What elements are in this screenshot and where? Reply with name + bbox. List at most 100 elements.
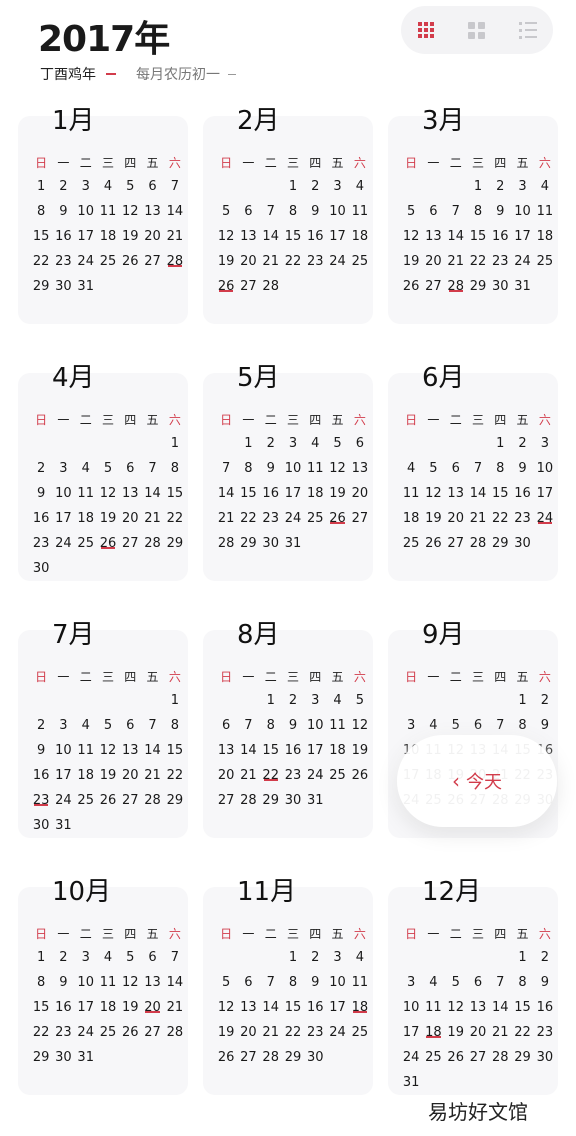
day-cell[interactable]: 12 [422,486,444,501]
day-cell[interactable]: 2 [282,693,304,708]
day-cell[interactable]: 10 [75,204,97,219]
day-cell[interactable]: 8 [237,461,259,476]
day-cell[interactable]: 2 [30,461,52,476]
day-cell[interactable]: 19 [422,511,444,526]
day-cell[interactable]: 4 [304,436,326,451]
day-cell[interactable]: 6 [119,461,141,476]
day-cell[interactable]: 6 [445,461,467,476]
day-cell[interactable]: 6 [349,436,371,451]
day-cell[interactable]: 16 [260,486,282,501]
day-cell[interactable]: 25 [75,536,97,551]
day-cell[interactable]: 20 [141,229,163,244]
day-cell[interactable]: 19 [349,743,371,758]
day-cell[interactable]: 5 [215,204,237,219]
day-cell[interactable]: 31 [304,793,326,808]
day-cell[interactable]: 29 [164,536,186,551]
day-cell[interactable]: 5 [422,461,444,476]
day-cell[interactable]: 31 [75,279,97,294]
day-cell[interactable]: 9 [52,204,74,219]
month-card[interactable]: 11月日一二三四五六 1 2 3 4 5 6 7 8 9 10 11 12 13 14 15 16 17 18 19 2… [203,877,373,1095]
day-cell[interactable]: 25 [97,1025,119,1040]
day-cell[interactable]: 19 [97,511,119,526]
day-cell[interactable]: 17 [282,486,304,501]
day-cell[interactable]: 1 [282,950,304,965]
day-cell[interactable]: 12 [119,204,141,219]
day-cell[interactable]: 20 [119,768,141,783]
day-cell[interactable]: 5 [97,718,119,733]
day-cell[interactable]: 10 [304,718,326,733]
day-cell[interactable]: 5 [119,179,141,194]
day-cell[interactable]: 30 [30,561,52,576]
day-cell[interactable]: 2 [30,718,52,733]
day-cell[interactable]: 4 [326,693,348,708]
day-cell[interactable]: 20 [445,511,467,526]
day-cell[interactable]: 27 [119,536,141,551]
day-cell[interactable]: 2 [52,950,74,965]
day-cell[interactable]: 3 [52,718,74,733]
month-card[interactable]: 6月日一二三四五六 1 2 3 4 5 6 7 8 9 10 11 12 13 14 15 16 17 18 19 20… [388,363,558,581]
month-card[interactable]: 10月日一二三四五六 1 2 3 4 5 6 7 8 9 10 11 12 13 14 15 16 17 18 19 2… [18,877,188,1095]
day-cell[interactable]: 26 [215,1050,237,1065]
day-cell[interactable]: 1 [164,436,186,451]
day-cell[interactable]: 25 [422,1050,444,1065]
day-cell[interactable]: 26 [400,279,422,294]
day-cell[interactable]: 27 [119,793,141,808]
day-cell[interactable]: 7 [467,461,489,476]
day-cell[interactable]: 31 [75,1050,97,1065]
day-cell[interactable]: 22 [282,254,304,269]
day-cell[interactable]: 17 [52,768,74,783]
day-cell[interactable]: 25 [349,1025,371,1040]
day-cell[interactable]: 15 [282,229,304,244]
day-cell[interactable]: 19 [119,1000,141,1015]
day-cell[interactable]: 14 [141,486,163,501]
day-cell[interactable]: 24 [52,793,74,808]
day-cell[interactable]: 26 [422,536,444,551]
day-cell[interactable]: 12 [215,1000,237,1015]
day-cell-lunar-first[interactable]: 24 [534,511,556,526]
day-cell[interactable]: 27 [445,536,467,551]
day-cell[interactable]: 11 [75,743,97,758]
day-cell-lunar-first[interactable]: 28 [445,279,467,294]
day-cell[interactable]: 21 [141,511,163,526]
day-cell[interactable]: 12 [445,1000,467,1015]
day-cell[interactable]: 24 [326,1025,348,1040]
day-cell[interactable]: 30 [534,1050,556,1065]
day-cell[interactable]: 24 [400,1050,422,1065]
day-cell[interactable]: 30 [260,536,282,551]
day-cell[interactable]: 6 [215,718,237,733]
day-cell[interactable]: 2 [52,179,74,194]
day-cell[interactable]: 25 [75,793,97,808]
day-cell[interactable]: 9 [52,975,74,990]
day-cell[interactable]: 13 [349,461,371,476]
day-cell[interactable]: 13 [422,229,444,244]
day-cell[interactable]: 22 [237,511,259,526]
day-cell[interactable]: 3 [75,950,97,965]
month-card[interactable]: 7月日一二三四五六 1 2 3 4 5 6 7 8 9 10 11 12 13 14 15 16 17 18 19 20… [18,620,188,838]
day-cell[interactable]: 1 [164,693,186,708]
day-cell[interactable]: 4 [422,975,444,990]
day-cell[interactable]: 24 [52,536,74,551]
day-cell[interactable]: 7 [215,461,237,476]
day-cell[interactable]: 15 [164,486,186,501]
day-cell[interactable]: 18 [326,743,348,758]
day-cell[interactable]: 28 [164,1025,186,1040]
day-cell[interactable]: 31 [511,279,533,294]
day-cell[interactable]: 13 [119,743,141,758]
day-cell[interactable]: 2 [489,179,511,194]
day-cell[interactable]: 23 [52,1025,74,1040]
day-cell[interactable]: 23 [260,511,282,526]
day-cell[interactable]: 9 [260,461,282,476]
day-cell[interactable]: 2 [534,693,556,708]
day-cell[interactable]: 16 [282,743,304,758]
day-cell[interactable]: 4 [534,179,556,194]
day-cell[interactable]: 13 [215,743,237,758]
day-cell[interactable]: 23 [511,511,533,526]
day-cell[interactable]: 14 [141,743,163,758]
day-cell[interactable]: 16 [304,229,326,244]
month-card[interactable]: 1月日一二三四五六 1 2 3 4 5 6 7 8 9 10 11 12 13 14 15 16 17 18 19 20… [18,106,188,324]
day-cell[interactable]: 5 [445,718,467,733]
day-cell[interactable]: 4 [97,179,119,194]
day-cell[interactable]: 12 [349,718,371,733]
day-cell[interactable]: 3 [75,179,97,194]
day-cell[interactable]: 29 [30,279,52,294]
